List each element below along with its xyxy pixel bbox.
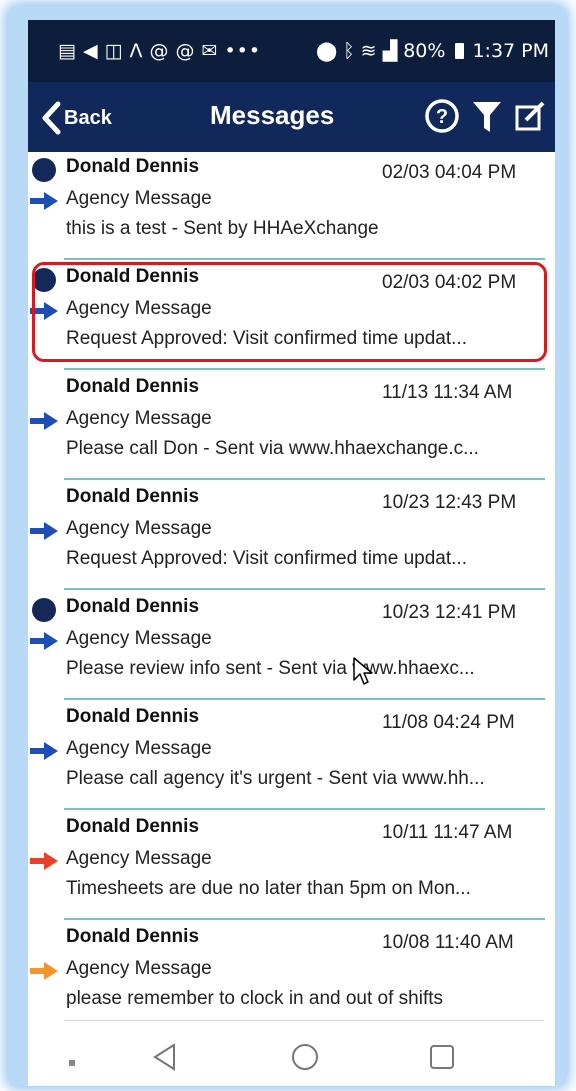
message-row[interactable]: Donald Dennis 11/08 04:24 PM Agency Mess… <box>28 702 555 810</box>
arrow-right-icon <box>30 742 58 760</box>
arrow-right-icon <box>30 412 58 430</box>
message-time: 02/03 04:04 PM <box>382 162 517 183</box>
overview-square-icon <box>430 1045 454 1069</box>
location-icon: ⬤ <box>316 40 338 62</box>
filter-icon <box>473 102 501 132</box>
unread-dot-icon <box>32 158 56 182</box>
signal-icon: ▟ <box>382 40 398 62</box>
help-icon: ? <box>425 99 459 133</box>
wifi-icon: ≋ <box>360 40 377 62</box>
phone-screen: ▤ ◀ ◫ Λ @ @ ✉ ••• ⬤ ᛒ ≋ ▟ 80% 1:37 PM Ba… <box>28 20 555 1086</box>
message-preview: Please call agency it's urgent - Sent vi… <box>66 768 485 789</box>
caret-icon: Λ <box>129 40 144 62</box>
gallery-icon: ◫ <box>104 40 124 62</box>
message-sender: Donald Dennis <box>66 596 200 617</box>
message-preview: Please call Don - Sent via www.hhaexchan… <box>66 438 479 459</box>
message-type: Agency Message <box>66 188 212 209</box>
overview-button[interactable] <box>428 1042 456 1077</box>
news-icon: ▤ <box>58 40 77 62</box>
bluetooth-icon: ᛒ <box>343 40 355 62</box>
message-row[interactable]: Donald Dennis 10/11 11:47 AM Agency Mess… <box>28 812 555 920</box>
send-icon: ◀ <box>82 40 99 62</box>
battery-icon <box>455 43 465 59</box>
row-divider <box>64 808 545 810</box>
clock: 1:37 PM <box>472 40 550 62</box>
message-row[interactable]: Donald Dennis 10/23 12:41 PM Agency Mess… <box>28 592 555 700</box>
message-sender: Donald Dennis <box>66 706 200 727</box>
compose-icon <box>515 101 545 131</box>
more-icon: ••• <box>224 40 262 62</box>
message-sender: Donald Dennis <box>66 926 200 947</box>
message-time: 11/13 11:34 AM <box>382 382 513 403</box>
filter-button[interactable] <box>472 101 502 138</box>
message-row[interactable]: Donald Dennis 11/13 11:34 AM Agency Mess… <box>28 372 555 480</box>
row-divider <box>64 698 545 700</box>
arrow-right-icon <box>30 962 58 980</box>
recents-dot-button[interactable] <box>68 1054 76 1072</box>
message-preview: Request Approved: Visit confirmed time u… <box>66 548 467 569</box>
message-type: Agency Message <box>66 738 212 759</box>
notification-icons: ▤ ◀ ◫ Λ @ @ ✉ ••• <box>58 40 261 62</box>
page-title: Messages <box>210 100 335 130</box>
unread-dot-icon <box>32 598 56 622</box>
navigation-bar <box>28 1028 555 1086</box>
arrow-right-icon <box>30 192 58 210</box>
message-sender: Donald Dennis <box>66 486 200 507</box>
app-header: Back Messages ? <box>28 82 555 152</box>
arrow-right-icon <box>30 852 58 870</box>
message-time: 11/08 04:24 PM <box>382 712 515 733</box>
row-divider <box>64 478 545 480</box>
message-sender: Donald Dennis <box>66 376 200 397</box>
home-circle-icon <box>292 1044 318 1070</box>
message-sender: Donald Dennis <box>66 816 200 837</box>
screenshot-frame: ▤ ◀ ◫ Λ @ @ ✉ ••• ⬤ ᛒ ≋ ▟ 80% 1:37 PM Ba… <box>8 6 566 1086</box>
row-divider <box>64 258 545 260</box>
message-preview: Please review info sent - Sent via www.h… <box>66 658 475 679</box>
at-icon: @ <box>175 40 196 62</box>
list-fade-divider <box>64 1020 544 1021</box>
message-type: Agency Message <box>66 958 212 979</box>
row-divider <box>64 918 545 920</box>
arrow-right-icon <box>30 522 58 540</box>
chevron-left-icon <box>42 101 61 135</box>
help-button[interactable]: ? <box>424 98 460 139</box>
message-row[interactable]: Donald Dennis 02/03 04:04 PM Agency Mess… <box>28 152 555 260</box>
recents-dot-icon <box>69 1060 75 1066</box>
message-type: Agency Message <box>66 408 212 429</box>
message-time: 10/23 12:41 PM <box>382 602 517 623</box>
home-button[interactable] <box>290 1042 320 1077</box>
message-preview: Timesheets are due no later than 5pm on … <box>66 878 471 899</box>
arrow-right-icon <box>30 632 58 650</box>
row-divider <box>64 368 545 370</box>
battery-percent: 80% <box>403 40 446 62</box>
message-type: Agency Message <box>66 628 212 649</box>
compose-button[interactable] <box>514 100 546 137</box>
mouse-cursor-icon <box>353 657 373 685</box>
message-row[interactable]: Donald Dennis 10/08 11:40 AM Agency Mess… <box>28 922 555 1030</box>
message-time: 10/11 11:47 AM <box>382 822 513 843</box>
mail-icon: ✉ <box>201 40 219 62</box>
at-icon: @ <box>149 40 170 62</box>
svg-text:?: ? <box>436 106 448 128</box>
message-type: Agency Message <box>66 848 212 869</box>
status-bar: ▤ ◀ ◫ Λ @ @ ✉ ••• ⬤ ᛒ ≋ ▟ 80% 1:37 PM <box>28 20 555 82</box>
row-divider <box>64 588 545 590</box>
message-type: Agency Message <box>66 518 212 539</box>
message-time: 10/23 12:43 PM <box>382 492 517 513</box>
back-button[interactable]: Back <box>40 100 112 136</box>
message-preview: please remember to clock in and out of s… <box>66 988 444 1009</box>
message-row[interactable]: Donald Dennis 10/23 12:43 PM Agency Mess… <box>28 482 555 590</box>
back-label: Back <box>64 106 112 129</box>
back-triangle-icon <box>153 1043 175 1071</box>
nav-back-button[interactable] <box>152 1042 178 1077</box>
message-sender: Donald Dennis <box>66 156 200 177</box>
highlight-box <box>32 262 547 362</box>
message-preview: this is a test - Sent by HHAeXchange <box>66 218 379 239</box>
system-icons: ⬤ ᛒ ≋ ▟ 80% 1:37 PM <box>316 40 549 62</box>
message-time: 10/08 11:40 AM <box>382 932 514 953</box>
